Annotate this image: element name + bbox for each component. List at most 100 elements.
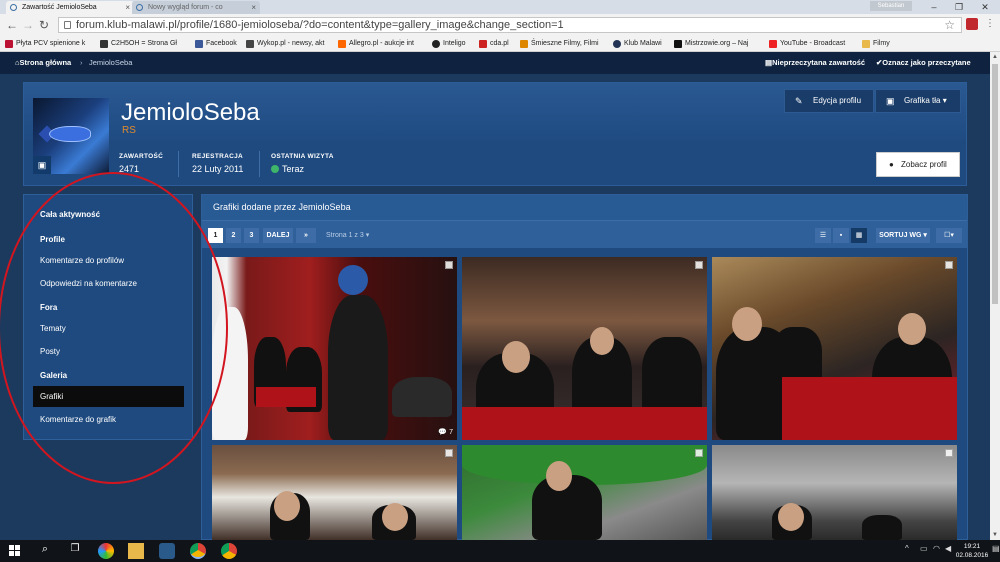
- bookmark-item[interactable]: Mistrzowie.org – Naj: [674, 38, 762, 50]
- bookmark-item[interactable]: Śmieszne Filmy, Filmi: [520, 38, 606, 50]
- home-link[interactable]: ⌂ Strona główna: [15, 52, 71, 74]
- breadcrumb-current: JemioloSeba: [89, 58, 133, 67]
- notifications-icon[interactable]: ▤: [992, 544, 1000, 553]
- last-page-button[interactable]: »: [296, 228, 316, 243]
- select-checkbox[interactable]: [695, 449, 703, 457]
- page-scrollbar[interactable]: ▲ ▼: [990, 52, 1000, 540]
- clock-time: 19:21: [963, 543, 981, 550]
- url-input[interactable]: forum.klub-malawi.pl/profile/1680-jemiol…: [58, 17, 962, 33]
- select-checkbox[interactable]: [695, 261, 703, 269]
- sort-dropdown[interactable]: SORTUJ WG ▾: [876, 228, 930, 243]
- sidebar-item-forums[interactable]: Fora: [33, 297, 184, 318]
- windows-start-icon[interactable]: [9, 545, 21, 557]
- bookmark-item[interactable]: Facebook: [195, 38, 241, 50]
- task-view-icon[interactable]: ❐: [67, 543, 83, 559]
- stat-divider: [259, 151, 260, 177]
- scrollbar-thumb[interactable]: [992, 64, 998, 304]
- select-checkbox[interactable]: [445, 261, 453, 269]
- chrome-icon[interactable]: [221, 543, 237, 559]
- sidebar-item-posts[interactable]: Posty: [33, 341, 184, 362]
- bookmark-item[interactable]: C2H5OH = Strona Gł: [100, 38, 182, 50]
- sidebar-item-images[interactable]: Grafiki: [33, 386, 184, 407]
- chrome-icon[interactable]: [190, 543, 206, 559]
- list-view-icon[interactable]: ☰: [815, 228, 831, 243]
- volume-icon[interactable]: ◀: [945, 544, 951, 553]
- url-text: forum.klub-malawi.pl/profile/1680-jemiol…: [76, 19, 564, 31]
- content-filter-sidebar: Cała aktywność Profile Komentarze do pro…: [23, 194, 193, 440]
- large-grid-view-icon[interactable]: ▦: [851, 228, 867, 243]
- maximize-icon[interactable]: ❐: [946, 0, 972, 14]
- gallery-image[interactable]: 💬 7: [212, 257, 457, 440]
- sidebar-item-profile-comments[interactable]: Komentarze do profilów: [33, 250, 184, 271]
- browser-tab-inactive[interactable]: Nowy wygląd forum - co ×: [132, 1, 260, 14]
- menu-icon[interactable]: ⋮: [984, 18, 996, 30]
- bookmark-item[interactable]: cda.pl: [479, 38, 515, 50]
- sidebar-item-all-activity[interactable]: Cała aktywność: [33, 204, 184, 225]
- unread-content-link[interactable]: ▤ Nieprzeczytana zawartość: [765, 52, 865, 74]
- bookmark-item[interactable]: Allegro.pl - aukcje int: [338, 38, 426, 50]
- bookmark-item[interactable]: YouTube - Broadcast: [769, 38, 857, 50]
- gallery-image[interactable]: [212, 445, 457, 540]
- bookmark-item[interactable]: Płyta PCV spienione k: [5, 38, 89, 50]
- select-checkbox[interactable]: [945, 261, 953, 269]
- sidebar-item-topics[interactable]: Tematy: [33, 318, 184, 339]
- sidebar-item-comment-replies[interactable]: Odpowiedzi na komentarze: [33, 273, 184, 294]
- clock-date: 02.08.2016: [955, 552, 989, 559]
- close-window-icon[interactable]: ✕: [972, 0, 998, 14]
- mark-read-link[interactable]: ✔ Oznacz jako przeczytane: [876, 52, 971, 74]
- site-favicon-icon: [136, 4, 143, 11]
- page-button[interactable]: 3: [244, 228, 259, 243]
- browser-tab-strip: Zawartość JemioloSeba × Nowy wygląd foru…: [0, 0, 1000, 14]
- bookmark-item[interactable]: Inteligo: [432, 38, 472, 50]
- cover-photo-button[interactable]: ▣ Grafika tła ▾: [875, 89, 961, 113]
- profile-username: JemioloSeba: [121, 99, 260, 126]
- bookmark-item[interactable]: Wykop.pl - newsy, akt: [246, 38, 334, 50]
- bookmark-star-icon[interactable]: ☆: [944, 18, 955, 32]
- gallery-image[interactable]: [712, 257, 957, 440]
- system-clock[interactable]: 19:21 02.08.2016: [953, 542, 991, 560]
- bookmark-item[interactable]: Klub Malawi: [613, 38, 669, 50]
- bookmark-folder[interactable]: Filmy: [862, 38, 902, 50]
- gallery-image[interactable]: [462, 445, 707, 540]
- profile-header: ▣ JemioloSeba RS ZAWARTOŚĆ 2471 REJESTRA…: [23, 82, 967, 186]
- paint-app-icon[interactable]: [98, 543, 114, 559]
- page-info-dropdown[interactable]: Strona 1 z 3 ▾: [326, 228, 369, 243]
- gallery-image[interactable]: [712, 445, 957, 540]
- scroll-down-icon[interactable]: ▼: [990, 530, 1000, 540]
- battery-icon[interactable]: ▭: [920, 544, 928, 553]
- close-tab-icon[interactable]: ×: [125, 1, 130, 14]
- sidebar-item-profiles[interactable]: Profile: [33, 229, 184, 250]
- gallery-image[interactable]: [462, 257, 707, 440]
- close-tab-icon[interactable]: ×: [251, 1, 256, 14]
- browser-tab-active[interactable]: Zawartość JemioloSeba ×: [6, 1, 134, 14]
- select-checkbox[interactable]: [945, 449, 953, 457]
- view-profile-button[interactable]: ● Zobacz profil: [876, 152, 960, 177]
- browser-user-badge[interactable]: Sebastian: [870, 1, 912, 11]
- grid-view-icon[interactable]: ▪: [833, 228, 849, 243]
- page-button[interactable]: 2: [226, 228, 241, 243]
- back-icon[interactable]: ←: [6, 18, 18, 32]
- reload-icon[interactable]: ↻: [39, 18, 49, 32]
- sidebar-item-gallery[interactable]: Galeria: [33, 365, 184, 386]
- page-info-icon[interactable]: [64, 21, 71, 29]
- stat-content: ZAWARTOŚĆ 2471: [119, 153, 163, 174]
- next-page-button[interactable]: DALEJ: [263, 228, 293, 243]
- forward-icon[interactable]: →: [22, 18, 34, 32]
- app-icon[interactable]: [159, 543, 175, 559]
- change-photo-icon[interactable]: ▣: [33, 156, 51, 174]
- sidebar-item-image-comments[interactable]: Komentarze do grafik: [33, 409, 184, 430]
- edit-profile-button[interactable]: ✎ Edycja profilu: [784, 89, 874, 113]
- select-checkbox[interactable]: [445, 449, 453, 457]
- page-button[interactable]: 1: [208, 228, 223, 243]
- online-status-icon: [271, 165, 279, 173]
- ublock-extension-icon[interactable]: [966, 18, 978, 30]
- network-icon[interactable]: ◠: [933, 544, 940, 553]
- profile-avatar[interactable]: ▣: [33, 98, 109, 174]
- file-explorer-icon[interactable]: [128, 543, 144, 559]
- search-icon[interactable]: ⌕: [37, 543, 53, 559]
- scroll-up-icon[interactable]: ▲: [990, 52, 1000, 62]
- show-hidden-icons-icon[interactable]: ^: [905, 544, 909, 553]
- select-all-icon[interactable]: ☐▾: [936, 228, 962, 243]
- minimize-icon[interactable]: –: [921, 0, 947, 14]
- stat-label: OSTATNIA WIZYTA: [271, 153, 334, 160]
